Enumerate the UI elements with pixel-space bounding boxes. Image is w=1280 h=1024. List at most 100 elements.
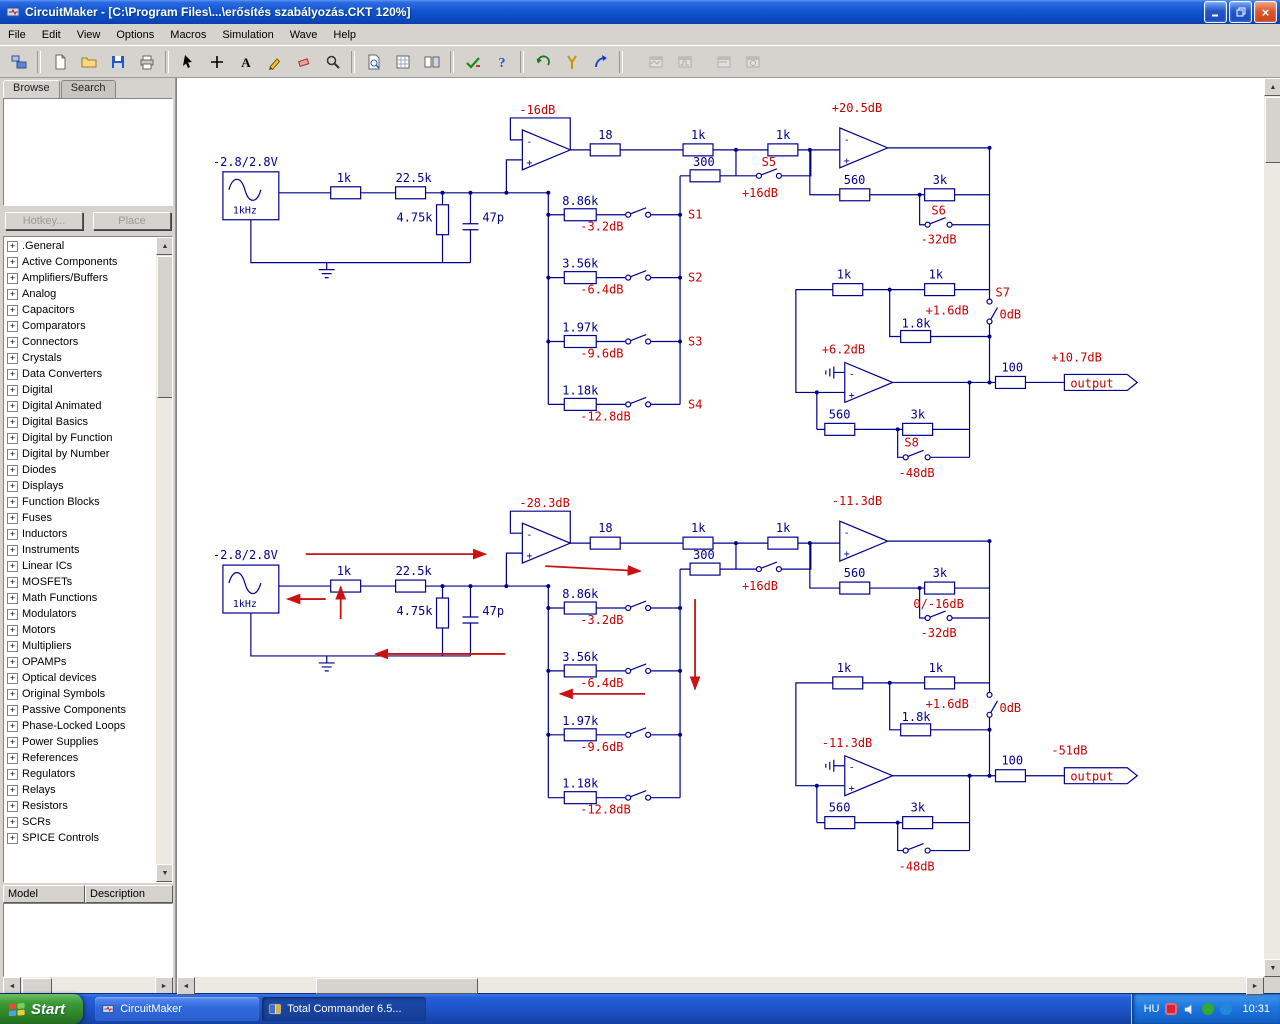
resistor[interactable] [589, 143, 621, 157]
tree-item[interactable]: SCRs [4, 814, 156, 830]
opamp-1[interactable]: - + [521, 522, 572, 565]
expand-icon[interactable] [7, 672, 18, 684]
opamp-3[interactable]: - + [844, 754, 895, 797]
reset-button[interactable] [529, 48, 556, 75]
resistor[interactable] [589, 536, 621, 550]
expand-icon[interactable] [7, 480, 18, 492]
expand-icon[interactable] [7, 640, 18, 652]
start-button[interactable]: Start [0, 994, 84, 1024]
resistor[interactable] [839, 188, 871, 202]
tree-item[interactable]: Passive Components [4, 702, 156, 718]
resistor[interactable] [330, 186, 362, 200]
tree-item[interactable]: Connectors [4, 334, 156, 350]
scroll-down-icon[interactable]: ▼ [156, 864, 172, 882]
expand-icon[interactable] [7, 752, 18, 764]
tree-item[interactable]: Diodes [4, 462, 156, 478]
opamp-3[interactable]: - + [844, 361, 895, 404]
tree-item[interactable]: Active Components [4, 254, 156, 270]
resistor[interactable] [900, 329, 932, 344]
sidebar-hscrollbar[interactable]: ◄ ► [3, 977, 173, 995]
expand-icon[interactable] [7, 688, 18, 700]
tree-item[interactable]: Amplifiers/Buffers [4, 270, 156, 286]
expand-icon[interactable] [7, 448, 18, 460]
switch-s8[interactable] [902, 449, 931, 461]
save-button[interactable] [104, 48, 131, 75]
expand-icon[interactable] [7, 528, 18, 540]
switch-s2[interactable] [625, 270, 652, 281]
switch-s3-b[interactable] [625, 727, 652, 738]
resistor[interactable] [994, 375, 1027, 390]
switch-s7[interactable] [986, 298, 999, 325]
resistor[interactable] [824, 816, 856, 830]
add-part-button[interactable] [203, 48, 230, 75]
output-tag[interactable]: output [1063, 767, 1139, 785]
expand-icon[interactable] [7, 368, 18, 380]
print-button[interactable] [133, 48, 160, 75]
minimize-button[interactable] [1204, 1, 1227, 23]
tree-item[interactable]: Power Supplies [4, 734, 156, 750]
expand-icon[interactable] [7, 576, 18, 588]
canvas-vscrollbar[interactable]: ▲ ▼ [1264, 78, 1280, 977]
resistor[interactable] [924, 581, 956, 595]
expand-icon[interactable] [7, 352, 18, 364]
expand-icon[interactable] [7, 544, 18, 556]
resistor[interactable] [924, 283, 956, 297]
menu-item[interactable]: Options [108, 26, 162, 44]
tab-search[interactable]: Search [60, 80, 116, 98]
text-button[interactable]: A [232, 48, 259, 75]
tree-item[interactable]: Fuses [4, 510, 156, 526]
switch-s1[interactable] [625, 207, 652, 218]
switch-s5[interactable] [755, 168, 782, 179]
network-tray-icon[interactable] [1220, 1003, 1233, 1015]
expand-icon[interactable] [7, 384, 18, 396]
switch-s2-b[interactable] [625, 663, 652, 675]
expand-icon[interactable] [7, 832, 18, 844]
expand-icon[interactable] [7, 416, 18, 428]
menu-item[interactable]: Wave [282, 26, 326, 44]
scroll-thumb[interactable] [157, 256, 172, 398]
tree-item[interactable]: SPICE Controls [4, 830, 156, 846]
tree-item[interactable]: Multipliers [4, 638, 156, 654]
resistor[interactable] [924, 676, 956, 690]
scroll-left-icon[interactable]: ◄ [177, 977, 195, 995]
expand-icon[interactable] [7, 336, 18, 348]
expand-icon[interactable] [7, 768, 18, 780]
resistor[interactable] [767, 536, 799, 550]
expand-icon[interactable] [7, 736, 18, 748]
resistor[interactable] [839, 581, 871, 595]
resistor[interactable] [824, 422, 856, 436]
switch-s1-b[interactable] [625, 600, 652, 612]
scroll-thumb[interactable] [22, 978, 52, 994]
taskbar-task-total-commander[interactable]: Total Commander 6.5... [262, 997, 427, 1021]
help-button[interactable]: ? [488, 48, 515, 75]
tree-item[interactable]: Regulators [4, 766, 156, 782]
erase-button[interactable] [290, 48, 317, 75]
expand-icon[interactable] [7, 496, 18, 508]
expand-icon[interactable] [7, 608, 18, 620]
open-button[interactable] [75, 48, 102, 75]
library-button[interactable] [5, 48, 32, 75]
tree-item[interactable]: Phase-Locked Loops [4, 718, 156, 734]
menu-item[interactable]: File [0, 26, 34, 44]
switch-s8-b[interactable] [902, 843, 931, 854]
tree-item[interactable]: OPAMPs [4, 654, 156, 670]
place-button[interactable]: Place [93, 212, 171, 230]
description-header[interactable]: Description [85, 885, 173, 903]
resistor[interactable] [902, 816, 934, 830]
zoom-button[interactable] [319, 48, 346, 75]
cursor-button[interactable] [174, 48, 201, 75]
resistor[interactable] [689, 169, 721, 183]
menu-item[interactable]: Simulation [214, 26, 281, 44]
scope-window-button-4[interactable] [739, 48, 766, 75]
expand-icon[interactable] [7, 720, 18, 732]
close-button[interactable]: × [1254, 1, 1277, 23]
expand-icon[interactable] [7, 320, 18, 332]
expand-icon[interactable] [7, 704, 18, 716]
menu-item[interactable]: Edit [34, 26, 69, 44]
scope-window-button-1[interactable] [642, 48, 669, 75]
sheet-zoom-button[interactable] [360, 48, 387, 75]
expand-icon[interactable] [7, 256, 18, 268]
tree-item[interactable]: Data Converters [4, 366, 156, 382]
output-tag[interactable]: output [1063, 373, 1139, 392]
model-header[interactable]: Model [3, 885, 85, 903]
